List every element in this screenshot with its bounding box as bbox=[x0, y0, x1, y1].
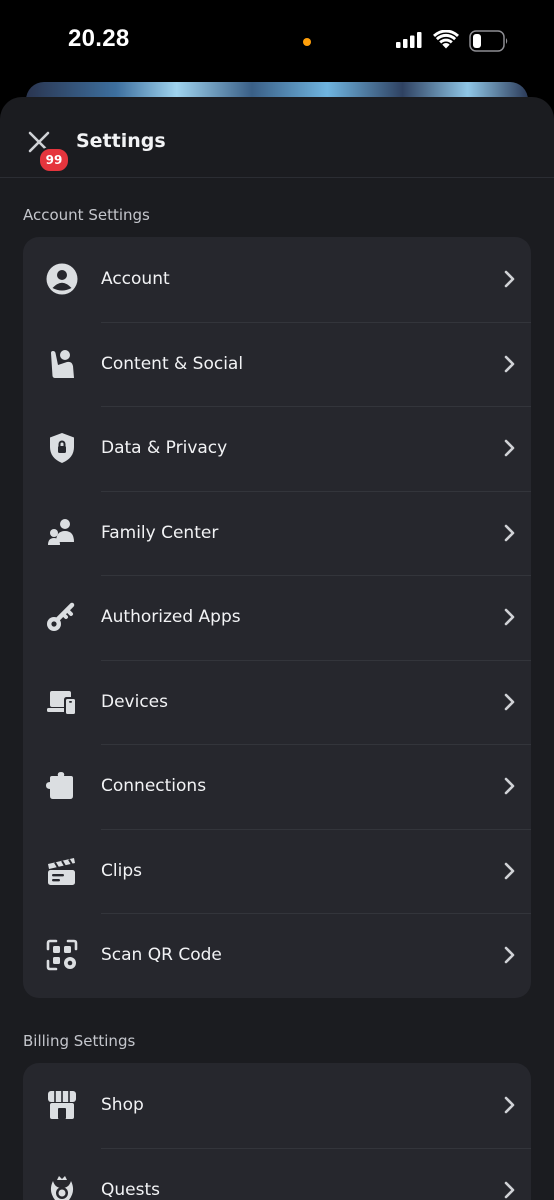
chevron-right-icon bbox=[502, 1181, 516, 1199]
settings-item-label: Devices bbox=[101, 691, 168, 712]
settings-item-label: Account bbox=[101, 269, 170, 290]
settings-sheet: 99 Settings Account Settings Account Con… bbox=[0, 97, 554, 1200]
chevron-right-icon bbox=[502, 693, 516, 711]
settings-item-account[interactable]: Account bbox=[23, 237, 531, 322]
settings-item-label: Quests bbox=[101, 1179, 160, 1200]
chevron-right-icon bbox=[502, 270, 516, 288]
settings-item-label: Authorized Apps bbox=[101, 607, 241, 628]
status-time: 20.28 bbox=[68, 25, 130, 52]
settings-header: 99 Settings bbox=[0, 97, 554, 178]
settings-item-label: Family Center bbox=[101, 522, 219, 543]
qr-code-icon bbox=[45, 938, 79, 972]
puzzle-icon bbox=[45, 769, 79, 803]
chevron-right-icon bbox=[502, 439, 516, 457]
settings-item-quests[interactable]: Quests bbox=[23, 1147, 531, 1200]
battery-icon bbox=[469, 30, 509, 56]
settings-item-shop[interactable]: Shop bbox=[23, 1063, 531, 1148]
chevron-right-icon bbox=[502, 608, 516, 626]
key-icon bbox=[45, 600, 79, 634]
settings-item-label: Connections bbox=[101, 776, 207, 797]
chevron-right-icon bbox=[502, 777, 516, 795]
quests-icon bbox=[45, 1173, 79, 1200]
settings-item-label: Content & Social bbox=[101, 353, 244, 374]
status-bar: 20.28 bbox=[0, 0, 554, 84]
recording-indicator bbox=[303, 38, 311, 46]
settings-item-devices[interactable]: Devices bbox=[23, 659, 531, 745]
settings-item-data-privacy[interactable]: Data & Privacy bbox=[23, 406, 531, 491]
settings-item-authorized-apps[interactable]: Authorized Apps bbox=[23, 575, 531, 660]
family-icon bbox=[45, 516, 79, 550]
settings-item-content-social[interactable]: Content & Social bbox=[23, 321, 531, 407]
section-label-account-settings: Account Settings bbox=[23, 206, 150, 224]
settings-item-family-center[interactable]: Family Center bbox=[23, 490, 531, 576]
shield-lock-icon bbox=[45, 431, 79, 465]
content-social-icon bbox=[45, 347, 79, 381]
settings-item-clips[interactable]: Clips bbox=[23, 828, 531, 914]
notification-badge: 99 bbox=[38, 147, 70, 173]
settings-item-label: Clips bbox=[101, 860, 142, 881]
settings-item-connections[interactable]: Connections bbox=[23, 744, 531, 829]
devices-icon bbox=[45, 685, 79, 719]
chevron-right-icon bbox=[502, 524, 516, 542]
shop-icon bbox=[45, 1088, 79, 1122]
clapperboard-icon bbox=[45, 854, 79, 888]
chevron-right-icon bbox=[502, 355, 516, 373]
account-icon bbox=[45, 262, 79, 296]
settings-item-label: Scan QR Code bbox=[101, 945, 222, 966]
page-title: Settings bbox=[76, 130, 166, 152]
section-label-billing-settings: Billing Settings bbox=[23, 1032, 136, 1050]
chevron-right-icon bbox=[502, 946, 516, 964]
billing-settings-group: Shop Quests bbox=[23, 1063, 531, 1200]
chevron-right-icon bbox=[502, 862, 516, 880]
settings-item-scan-qr-code[interactable]: Scan QR Code bbox=[23, 913, 531, 998]
settings-item-label: Data & Privacy bbox=[101, 438, 228, 459]
chevron-right-icon bbox=[502, 1096, 516, 1114]
settings-item-label: Shop bbox=[101, 1095, 144, 1116]
cellular-signal-icon bbox=[396, 32, 422, 52]
account-settings-group: Account Content & Social Data & Privacy … bbox=[23, 237, 531, 998]
wifi-icon bbox=[433, 29, 459, 54]
